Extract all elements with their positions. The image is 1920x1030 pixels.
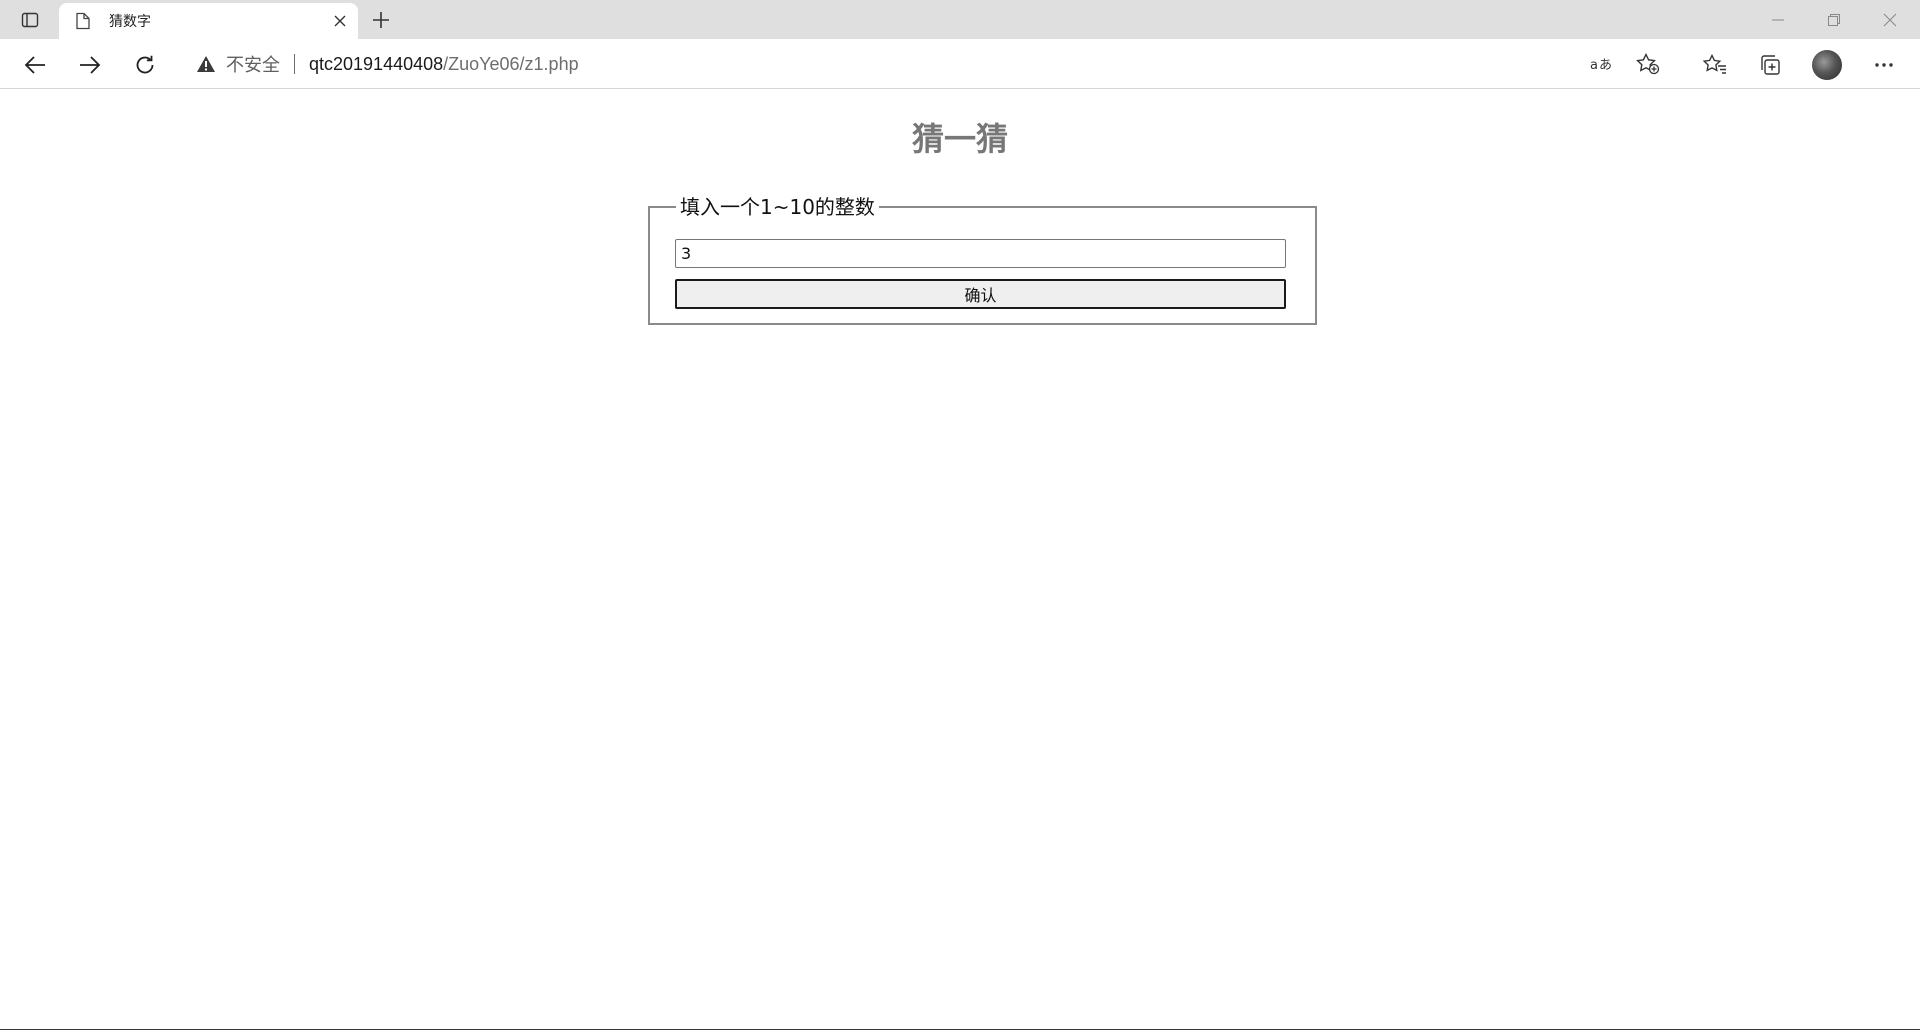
tab-close-button[interactable]: [330, 11, 350, 31]
reload-icon: [134, 54, 156, 76]
add-favorite-button[interactable]: [1634, 50, 1662, 78]
favorites-button[interactable]: [1697, 47, 1733, 83]
reload-button[interactable]: [127, 47, 163, 83]
tab-strip: 猜数字: [0, 0, 1920, 39]
svg-text:あ: あ: [1599, 58, 1612, 73]
arrow-left-icon: [24, 55, 46, 75]
security-label[interactable]: 不安全: [226, 51, 280, 77]
guess-form: 填入一个1~10的整数 确认: [648, 191, 1317, 325]
page-content: 猜一猜 填入一个1~10的整数 确认: [0, 90, 1920, 1030]
restore-icon: [1828, 13, 1840, 26]
tab-title: 猜数字: [109, 14, 151, 30]
confirm-button[interactable]: 确认: [675, 279, 1286, 309]
profile-button[interactable]: [1809, 47, 1845, 83]
favorites-icon: [1703, 54, 1727, 76]
read-aloud-button[interactable]: aあ: [1588, 50, 1616, 78]
svg-text:a: a: [1590, 58, 1598, 73]
warning-triangle-icon[interactable]: [196, 54, 216, 74]
browser-toolbar: 不安全 qtc20191440408 /ZuoYe06/z1.php aあ: [0, 39, 1920, 89]
restore-button[interactable]: [1806, 0, 1862, 39]
read-aloud-icon: aあ: [1590, 54, 1614, 74]
minimize-button[interactable]: [1750, 0, 1806, 39]
page-icon: [73, 11, 93, 31]
address-separator: [294, 54, 295, 74]
close-icon: [1883, 13, 1897, 27]
tab-actions-button[interactable]: [12, 6, 48, 34]
page-title: 猜一猜: [911, 120, 1008, 158]
tab-actions-icon: [21, 11, 39, 29]
guess-number-input[interactable]: [675, 239, 1286, 268]
url-path[interactable]: /ZuoYe06/z1.php: [443, 54, 578, 75]
collections-button[interactable]: [1752, 47, 1788, 83]
guess-form-legend: 填入一个1~10的整数: [676, 191, 879, 220]
back-button[interactable]: [17, 47, 53, 83]
star-add-icon: [1636, 53, 1660, 75]
window-close-button[interactable]: [1862, 0, 1918, 39]
more-button[interactable]: [1866, 47, 1902, 83]
browser-tab[interactable]: 猜数字: [59, 3, 358, 39]
forward-button[interactable]: [72, 47, 108, 83]
minimize-icon: [1772, 14, 1784, 26]
more-icon: [1874, 62, 1894, 68]
close-icon: [334, 15, 346, 27]
arrow-right-icon: [79, 55, 101, 75]
address-bar[interactable]: 不安全 qtc20191440408 /ZuoYe06/z1.php aあ: [180, 44, 1680, 84]
collections-icon: [1759, 54, 1781, 76]
avatar: [1812, 50, 1842, 80]
new-tab-button[interactable]: [367, 6, 395, 34]
url-host[interactable]: qtc20191440408: [309, 54, 443, 75]
plus-icon: [372, 11, 390, 29]
